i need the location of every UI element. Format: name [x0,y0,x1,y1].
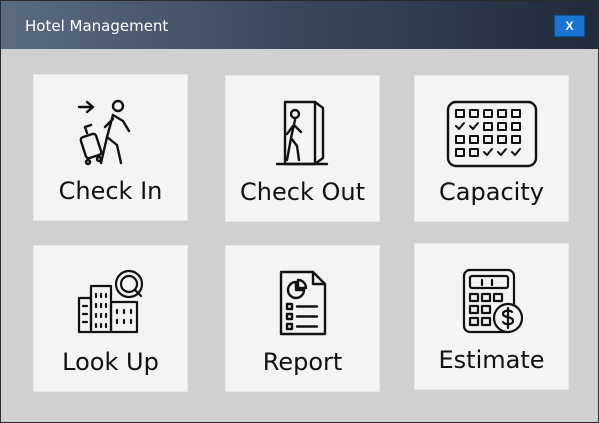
report-button[interactable]: Report [225,245,380,392]
title-bar[interactable]: Hotel Management X [1,1,598,49]
capacity-button[interactable]: Capacity [414,75,569,222]
app-window: Hotel Management X Check In Check Out Ca… [0,0,599,423]
report-label: Report [262,348,343,376]
look-up-button[interactable]: Look Up [33,245,188,392]
capacity-label: Capacity [439,178,544,206]
calendar-grid-icon [415,98,568,170]
check-in-button[interactable]: Check In [33,74,188,221]
traveler-luggage-icon [34,97,187,169]
look-up-label: Look Up [62,348,159,376]
close-button[interactable]: X [554,15,585,37]
building-search-icon [34,268,187,340]
estimate-button[interactable]: Estimate [414,243,569,390]
calculator-dollar-icon [415,266,568,338]
check-in-label: Check In [58,177,163,205]
person-exit-door-icon [226,98,379,170]
check-out-label: Check Out [240,178,365,206]
window-title: Hotel Management [25,17,169,35]
check-out-button[interactable]: Check Out [225,75,380,222]
estimate-label: Estimate [438,346,545,374]
main-panel: Check In Check Out Capacity Look Up Repo… [1,49,598,422]
report-document-icon [226,268,379,340]
